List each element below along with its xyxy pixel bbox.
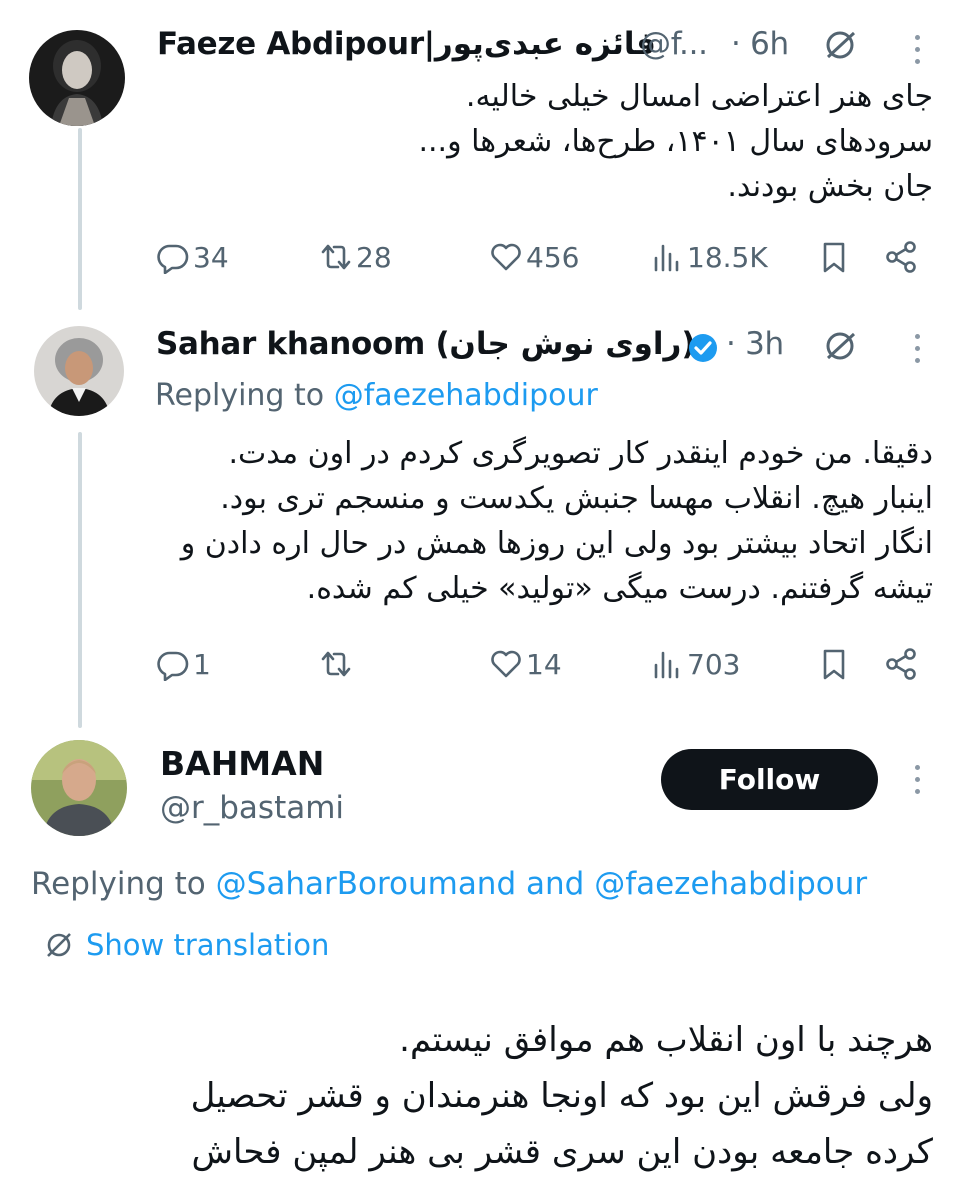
share-button[interactable] (884, 647, 921, 681)
reply-icon (157, 244, 189, 274)
display-name[interactable]: Faeze Abdipour|فائزه عبدی‌پور (157, 26, 656, 62)
bookmark-icon (823, 649, 845, 680)
retweet-button[interactable] (319, 647, 356, 681)
more-options-icon[interactable] (912, 35, 922, 71)
mention-and: and (526, 866, 585, 902)
mention-link[interactable]: @faezehabdipour (334, 378, 598, 413)
share-icon (886, 648, 916, 680)
views-icon (654, 651, 679, 679)
display-name[interactable]: BAHMAN (160, 744, 324, 783)
timestamp[interactable]: · 3h (726, 326, 784, 362)
share-icon (886, 241, 916, 273)
thread-line (78, 128, 82, 310)
tweet-text: هرچند با اون انقلاب هم موافق نیستم. ولی … (190, 1020, 933, 1172)
heart-icon (491, 243, 521, 271)
avatar[interactable] (34, 326, 124, 416)
mention-link[interactable]: @SaharBoroumand (216, 866, 517, 902)
tweet-actions: 34 28 456 18.5K (0, 240, 967, 280)
replying-to: Replying to @SaharBoroumand and @faezeha… (31, 866, 868, 902)
follow-button[interactable]: Follow (661, 749, 878, 810)
display-name[interactable]: Sahar khanoom (راوی نوش جان) (156, 326, 696, 362)
views-icon (654, 244, 679, 272)
translate-icon (47, 933, 71, 957)
bookmark-button[interactable] (817, 647, 854, 681)
tweet-text: دقیقا. من خودم اینقدر کار تصویرگری کردم … (180, 436, 933, 606)
avatar-photo (34, 326, 124, 416)
like-button[interactable]: 456 (489, 240, 579, 274)
like-button[interactable]: 14 (489, 647, 562, 681)
bookmark-button[interactable] (817, 240, 854, 274)
more-options-icon[interactable] (912, 334, 922, 370)
replying-to: Replying to @faezehabdipour (155, 378, 598, 413)
reply-button[interactable]: 1 (156, 647, 211, 681)
heart-icon (491, 650, 521, 678)
show-translation-link[interactable]: Show translation (44, 928, 329, 962)
more-options-icon[interactable] (912, 765, 922, 801)
user-handle[interactable]: @r_bastami (160, 790, 344, 826)
views-button[interactable]: 703 (650, 647, 740, 681)
translate-icon[interactable] (822, 27, 858, 63)
retweet-icon (321, 651, 351, 677)
user-handle[interactable]: @f... (640, 26, 708, 62)
avatar-photo (29, 30, 125, 126)
avatar[interactable] (29, 30, 125, 126)
mention-link[interactable]: @faezehabdipour (594, 866, 867, 902)
translate-icon[interactable] (822, 328, 858, 364)
avatar[interactable] (31, 740, 127, 836)
timestamp[interactable]: · 6h (731, 26, 789, 62)
tweet-actions: 1 14 703 (0, 647, 967, 687)
retweet-button[interactable]: 28 (319, 240, 392, 274)
bookmark-icon (823, 242, 845, 273)
views-button[interactable]: 18.5K (650, 240, 768, 274)
verified-badge-icon (688, 333, 718, 363)
reply-icon (157, 651, 189, 681)
avatar-photo (31, 740, 127, 836)
retweet-icon (321, 244, 351, 270)
share-button[interactable] (884, 240, 921, 274)
reply-button[interactable]: 34 (156, 240, 229, 274)
tweet-text: جای هنر اعتراضی امسال خیلی خالیه. سرودها… (418, 79, 933, 204)
